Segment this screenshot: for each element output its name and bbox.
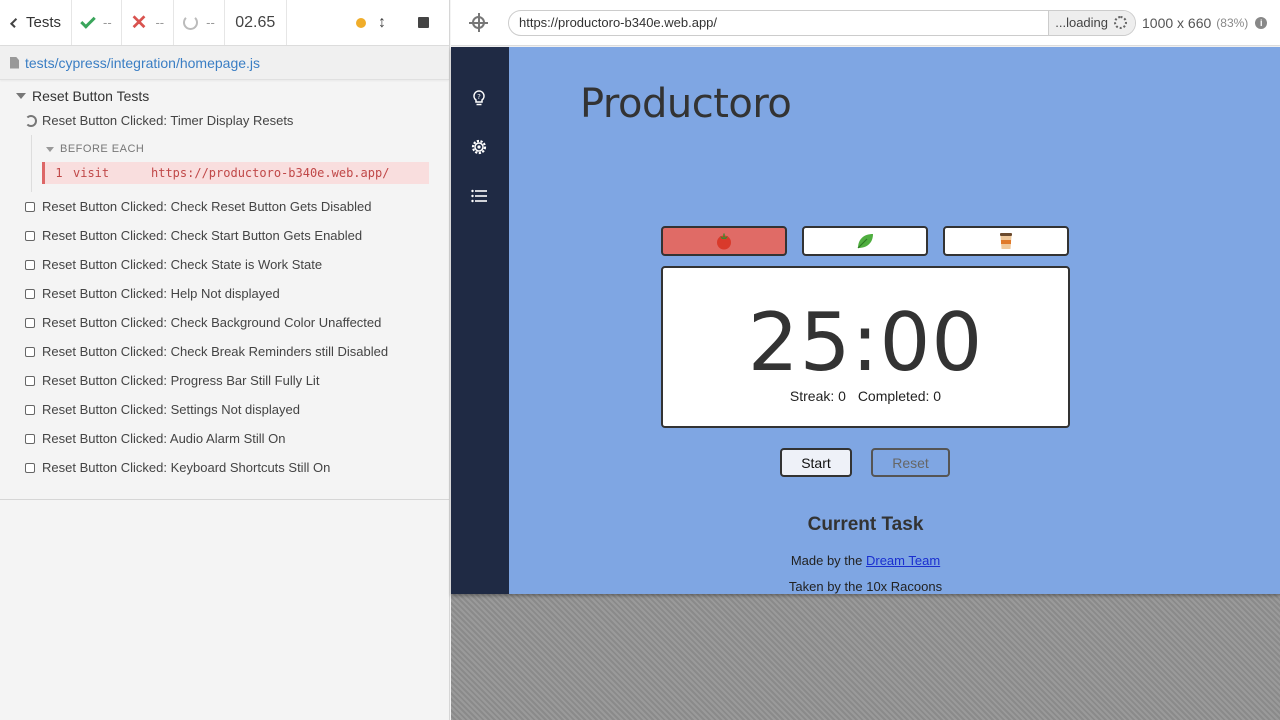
loading-indicator: ...loading xyxy=(1048,10,1135,35)
command-number: 1 xyxy=(55,166,63,180)
stats-bar: Tests -- ✕ -- -- 02.65 ↕ xyxy=(0,0,449,46)
tests-back-button[interactable]: Tests xyxy=(0,0,72,45)
tests-label: Tests xyxy=(25,14,61,31)
test-pending-icon xyxy=(25,462,35,473)
timer-box: 25:00 Streak: 0 Completed: 0 xyxy=(661,266,1070,428)
test-row[interactable]: Reset Button Clicked: Check Break Remind… xyxy=(0,337,449,366)
lightbulb-help-icon[interactable]: ? xyxy=(470,89,488,107)
aut-area: ? Productoro 25:00 Streak: 0 Completed: … xyxy=(451,47,1280,720)
pending-count: -- xyxy=(174,0,225,45)
test-row[interactable]: Reset Button Clicked: Check Reset Button… xyxy=(0,192,449,221)
spec-path-link[interactable]: tests/cypress/integration/homepage.js xyxy=(25,55,260,71)
test-row[interactable]: Reset Button Clicked: Check State is Wor… xyxy=(0,250,449,279)
hook-block: BEFORE EACH 1 visit https://productoro-b… xyxy=(31,135,429,192)
test-row[interactable]: Reset Button Clicked: Audio Alarm Still … xyxy=(0,424,449,453)
stop-icon[interactable] xyxy=(418,17,429,28)
made-by-credit: Made by the Dream Team xyxy=(790,553,941,568)
info-icon[interactable]: i xyxy=(1255,16,1268,29)
test-pending-icon xyxy=(25,230,35,241)
caret-down-icon xyxy=(16,93,26,99)
test-row[interactable]: Reset Button Clicked: Progress Bar Still… xyxy=(0,366,449,395)
tomato-icon xyxy=(717,233,731,250)
spec-header: tests/cypress/integration/homepage.js xyxy=(0,46,449,80)
passed-count: -- xyxy=(72,0,122,45)
status-dot-icon xyxy=(356,17,366,28)
caret-down-icon xyxy=(46,146,54,152)
test-pending-icon xyxy=(25,404,35,415)
failed-count: ✕ -- xyxy=(122,0,175,45)
app-title: Productoro xyxy=(580,81,792,127)
test-pending-icon xyxy=(25,288,35,299)
url-bar[interactable]: https://productoro-b340e.web.app/ ...loa… xyxy=(508,9,1136,36)
current-task-heading: Current Task xyxy=(807,514,924,535)
url-text: https://productoro-b340e.web.app/ xyxy=(519,15,718,30)
test-row[interactable]: Reset Button Clicked: Check Start Button… xyxy=(0,221,449,250)
coffee-icon xyxy=(1000,233,1012,249)
duration: 02.65 xyxy=(225,0,287,45)
side-nav: ? xyxy=(451,47,509,594)
reset-button[interactable]: Reset xyxy=(871,448,950,477)
test-row[interactable]: Reset Button Clicked: Keyboard Shortcuts… xyxy=(0,453,449,482)
test-pending-icon xyxy=(25,317,35,328)
task-list-icon[interactable] xyxy=(470,187,488,205)
command-row[interactable]: 1 visit https://productoro-b340e.web.app… xyxy=(42,162,429,184)
completed-counter: Completed: 0 xyxy=(857,388,942,404)
start-button[interactable]: Start xyxy=(780,448,852,477)
test-row[interactable]: Reset Button Clicked: Settings Not displ… xyxy=(0,395,449,424)
test-pending-icon xyxy=(25,201,35,212)
suite-title[interactable]: Reset Button Tests xyxy=(0,86,449,106)
x-icon: ✕ xyxy=(130,11,148,34)
autoscroll-toggle-icon[interactable]: ↕ xyxy=(378,14,386,31)
reporter-panel: Tests -- ✕ -- -- 02.65 ↕ tests/cypress/i… xyxy=(0,0,450,720)
svg-text:?: ? xyxy=(477,93,481,101)
command-arg: https://productoro-b340e.web.app/ xyxy=(151,166,390,180)
short-break-button[interactable] xyxy=(802,226,928,256)
leaf-icon xyxy=(857,234,873,249)
hook-title[interactable]: BEFORE EACH xyxy=(42,141,429,157)
refresh-icon xyxy=(25,114,37,127)
viewport-size: 1000 x 660 xyxy=(1142,14,1212,31)
timer-display: 25:00 xyxy=(747,296,984,389)
test-pending-icon xyxy=(25,433,35,444)
test-suite: Reset Button Tests Reset Button Clicked:… xyxy=(0,80,449,482)
command-name: visit xyxy=(73,166,110,180)
test-pending-icon xyxy=(25,375,35,386)
gear-icon[interactable] xyxy=(470,138,488,156)
app-frame: ? Productoro 25:00 Streak: 0 Completed: … xyxy=(451,47,1280,594)
test-row[interactable]: Reset Button Clicked: Check Background C… xyxy=(0,308,449,337)
chevron-left-icon xyxy=(10,17,20,28)
pending-circle-icon xyxy=(183,15,199,30)
runner-controls: ↕ xyxy=(287,0,449,45)
suite-divider xyxy=(0,499,450,500)
long-break-button[interactable] xyxy=(943,226,1069,256)
streak-counter: Streak: 0 xyxy=(789,388,846,404)
dream-team-link[interactable]: Dream Team xyxy=(866,553,940,568)
file-icon xyxy=(10,56,19,69)
counters: Streak: 0 Completed: 0 xyxy=(663,388,1068,404)
selector-playground-icon[interactable] xyxy=(472,16,485,29)
test-pending-icon xyxy=(25,259,35,270)
work-mode-button[interactable] xyxy=(661,226,787,256)
aut-header: https://productoro-b340e.web.app/ ...loa… xyxy=(451,0,1280,46)
test-row[interactable]: Reset Button Clicked: Help Not displayed xyxy=(0,279,449,308)
test-row-running[interactable]: Reset Button Clicked: Timer Display Rese… xyxy=(0,106,449,135)
spinner-icon xyxy=(1114,16,1127,29)
viewport-scale: (83%) xyxy=(1216,15,1249,30)
taken-by-credit: Taken by the 10x Racoons xyxy=(788,579,943,594)
test-pending-icon xyxy=(25,346,35,357)
check-icon xyxy=(80,12,96,29)
